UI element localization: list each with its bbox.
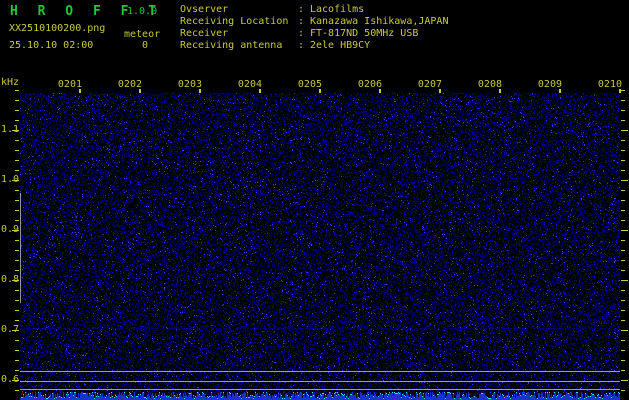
- freq-major-tick: [621, 280, 628, 281]
- freq-major-tick: [12, 130, 19, 131]
- freq-minor-tick: [15, 170, 19, 171]
- freq-minor-tick: [15, 110, 19, 111]
- freq-minor-tick: [621, 290, 625, 291]
- echo-count: 0: [142, 40, 149, 51]
- station-info-row: Receiving antenna:2ele HB9CY: [180, 40, 370, 52]
- freq-minor-tick: [621, 270, 625, 271]
- freq-minor-tick: [621, 240, 625, 241]
- freq-minor-tick: [15, 360, 19, 361]
- info-separator: :: [298, 28, 305, 39]
- freq-minor-tick: [15, 390, 19, 391]
- freq-minor-tick: [15, 350, 19, 351]
- freq-minor-tick: [15, 150, 19, 151]
- freq-minor-tick: [15, 250, 19, 251]
- freq-major-tick: [621, 230, 628, 231]
- freq-minor-tick: [621, 100, 625, 101]
- freq-major-tick: [12, 180, 19, 181]
- freq-minor-tick: [15, 140, 19, 141]
- freq-minor-tick: [621, 250, 625, 251]
- freq-minor-tick: [621, 190, 625, 191]
- freq-minor-tick: [15, 290, 19, 291]
- info-separator: :: [298, 4, 305, 15]
- freq-minor-tick: [621, 160, 625, 161]
- datetime-label: 25.10.10 02:00: [9, 40, 94, 51]
- freq-minor-tick: [15, 240, 19, 241]
- output-filename: XX2510100200.png: [9, 23, 106, 34]
- info-separator: :: [298, 16, 305, 27]
- freq-major-tick: [12, 280, 19, 281]
- freq-minor-tick: [621, 120, 625, 121]
- station-info-row: Ovserver: Lacofilms: [180, 4, 364, 16]
- info-label: Receiving antenna: [180, 40, 283, 51]
- freq-minor-tick: [15, 190, 19, 191]
- info-label: Ovserver: [180, 4, 229, 15]
- info-label: Receiver: [180, 28, 229, 39]
- freq-minor-tick: [621, 390, 625, 391]
- info-label: Receiving Location: [180, 16, 289, 27]
- freq-minor-tick: [621, 200, 625, 201]
- freq-minor-tick: [621, 300, 625, 301]
- hrofft-screen: H R O F F T 1.0.0 XX2510100200.png meteo…: [0, 0, 629, 400]
- freq-minor-tick: [15, 120, 19, 121]
- freq-minor-tick: [15, 210, 19, 211]
- freq-minor-tick: [621, 220, 625, 221]
- station-info-row: Receiver: FT-817ND 50MHz USB: [180, 28, 418, 40]
- freq-minor-tick: [15, 220, 19, 221]
- freq-minor-tick: [15, 260, 19, 261]
- freq-minor-tick: [621, 140, 625, 141]
- freq-minor-tick: [15, 270, 19, 271]
- freq-major-tick: [621, 180, 628, 181]
- freq-major-tick: [621, 330, 628, 331]
- freq-minor-tick: [15, 320, 19, 321]
- station-info-row: Receiving Location: Kanazawa Ishikawa,JAP…: [180, 16, 448, 28]
- freq-minor-tick: [621, 340, 625, 341]
- freq-minor-tick: [621, 260, 625, 261]
- observation-mode: meteor: [124, 29, 161, 40]
- freq-minor-tick: [621, 150, 625, 151]
- freq-minor-tick: [621, 110, 625, 111]
- freq-minor-tick: [15, 160, 19, 161]
- info-value: 2ele HB9CY: [310, 40, 371, 51]
- freq-minor-tick: [15, 310, 19, 311]
- freq-minor-tick: [621, 360, 625, 361]
- freq-minor-tick: [15, 90, 19, 91]
- freq-major-tick: [12, 330, 19, 331]
- freq-minor-tick: [621, 90, 625, 91]
- freq-minor-tick: [621, 320, 625, 321]
- freq-minor-tick: [15, 370, 19, 371]
- info-value: FT-817ND 50MHz USB: [310, 28, 419, 39]
- freq-minor-tick: [15, 200, 19, 201]
- spectrogram-canvas: [20, 93, 620, 400]
- freq-major-tick: [12, 230, 19, 231]
- freq-minor-tick: [621, 370, 625, 371]
- freq-minor-tick: [621, 170, 625, 171]
- app-version: 1.0.0: [127, 6, 158, 17]
- freq-minor-tick: [15, 340, 19, 341]
- freq-axis-unit-label: kHz: [1, 77, 20, 88]
- freq-major-tick: [621, 380, 628, 381]
- freq-minor-tick: [15, 100, 19, 101]
- freq-minor-tick: [621, 210, 625, 211]
- info-separator: :: [298, 40, 305, 51]
- freq-major-tick: [12, 380, 19, 381]
- freq-minor-tick: [621, 310, 625, 311]
- freq-major-tick: [621, 130, 628, 131]
- info-value: Kanazawa Ishikawa,JAPAN: [310, 16, 449, 27]
- freq-minor-tick: [621, 350, 625, 351]
- info-value: Lacofilms: [310, 4, 365, 15]
- freq-minor-tick: [15, 300, 19, 301]
